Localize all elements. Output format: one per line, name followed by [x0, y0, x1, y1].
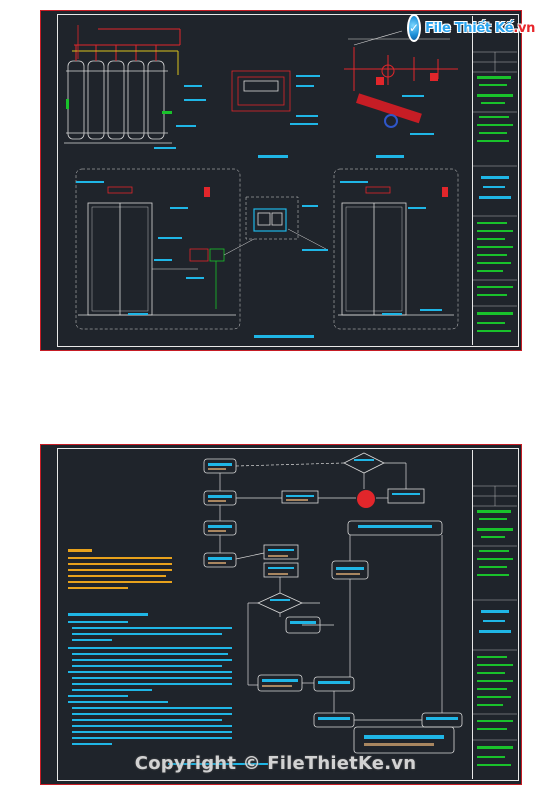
installation-drawing-canvas [58, 15, 472, 346]
drawing-frame [57, 448, 519, 781]
door-elevation-right [333, 168, 459, 330]
drawing-frame [57, 14, 519, 347]
logo-globe-icon: ✓ [407, 14, 422, 42]
notes-block [68, 549, 172, 589]
title-block [472, 450, 517, 779]
alarm-bell [204, 187, 210, 197]
alarm-node [357, 490, 375, 508]
copyright-watermark: Copyright © FileThietKe.vn [134, 753, 417, 774]
logo-text: File Thiết Kế.vn [425, 21, 535, 36]
manual-release-station [245, 196, 327, 250]
door-elevation-left [75, 168, 255, 330]
logo-brand: File Thiết Kế [425, 20, 514, 36]
logo-domain: .vn [513, 20, 536, 36]
drawing-sheet-installation [40, 10, 522, 351]
gas-cylinder-bank [64, 60, 172, 144]
valve-detail [356, 93, 422, 124]
drawing-sheet-flowchart [40, 444, 522, 785]
decision-diamond [257, 452, 385, 614]
title-block [472, 16, 517, 345]
control-panel [231, 70, 291, 112]
valve-assembly [344, 47, 458, 91]
filethietke-logo: ✓ File Thiết Kế.vn [407, 12, 535, 44]
flowchart [203, 458, 463, 754]
flowchart-drawing-canvas [58, 449, 472, 780]
